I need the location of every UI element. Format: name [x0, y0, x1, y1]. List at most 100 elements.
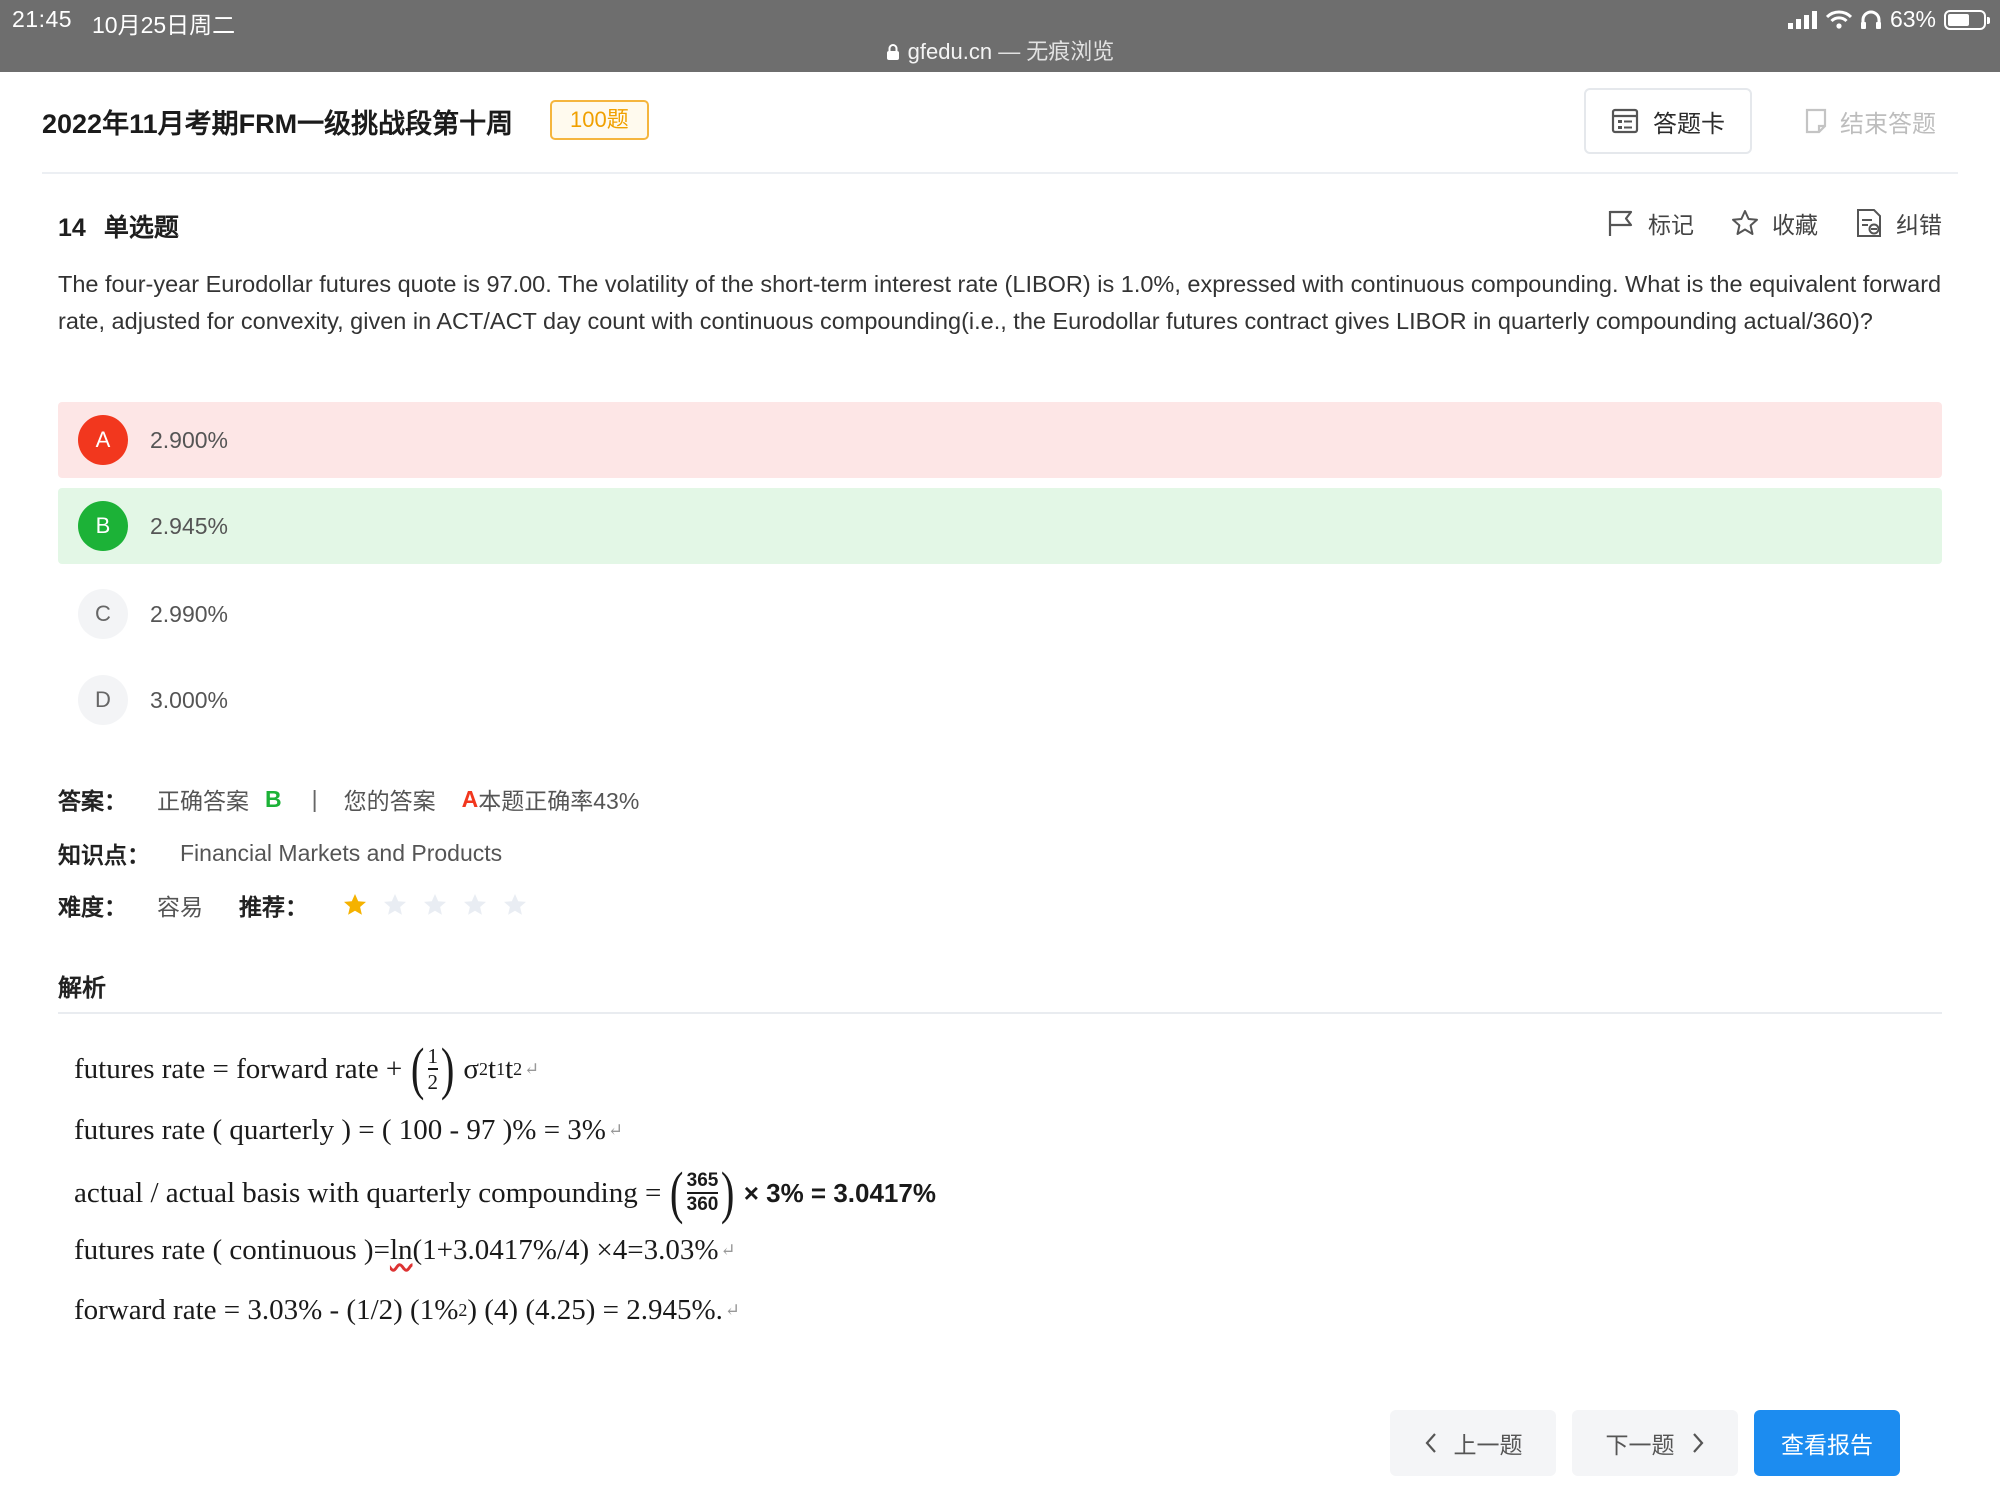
page-header: 2022年11月考期FRM一级挑战段第十周 100题 答题卡 结束答题	[42, 72, 1958, 174]
url-suffix: — 无痕浏览	[992, 39, 1115, 64]
analysis-title: 解析	[58, 975, 106, 1002]
end-exam-icon	[1805, 108, 1827, 134]
your-answer-label: 您的答案	[343, 788, 436, 814]
option-letter: B	[78, 501, 128, 551]
return-mark: ↵	[720, 1240, 736, 1260]
formula-text: futures rate = forward rate +	[74, 1052, 403, 1085]
view-report-label: 查看报告	[1781, 1432, 1873, 1458]
option-text: 2.990%	[150, 600, 229, 627]
return-mark: ↵	[607, 1120, 624, 1140]
answer-card-icon	[1611, 108, 1639, 134]
fraction-numerator: 1	[427, 1043, 439, 1068]
question-number: 14	[58, 214, 86, 242]
previous-question-button[interactable]: 上一题	[1390, 1410, 1556, 1476]
option-letter: A	[78, 415, 128, 465]
question-type: 单选题	[103, 214, 179, 242]
report-error-icon	[1857, 209, 1881, 237]
answer-label: 答案：	[58, 788, 127, 814]
subscript: 2	[513, 1058, 523, 1079]
option-letter: C	[78, 589, 128, 639]
star-filled-icon	[344, 894, 366, 915]
cellular-signal-icon	[1787, 10, 1817, 29]
report-error-label: 纠错	[1896, 212, 1942, 238]
end-exam-button[interactable]: 结束答题	[1804, 88, 1936, 154]
fraction-denominator: 2	[427, 1070, 439, 1094]
knowledge-label: 知识点：	[58, 842, 150, 868]
formula-line-2: futures rate ( quarterly ) = ( 100 - 97 …	[74, 1114, 623, 1147]
battery-icon	[1944, 9, 1990, 30]
headphones-icon	[1860, 10, 1881, 29]
end-exam-label: 结束答题	[1840, 110, 1936, 138]
fraction-one-half: (1 2)	[411, 1036, 455, 1101]
return-mark: ↵	[724, 1300, 741, 1320]
favorite-label: 收藏	[1772, 212, 1818, 238]
chevron-right-icon	[1692, 1433, 1703, 1453]
url-domain: gfedu.cn	[907, 39, 993, 64]
next-question-button[interactable]: 下一题	[1572, 1410, 1738, 1476]
exponent: 2	[458, 1300, 468, 1320]
return-mark: ↵	[524, 1058, 540, 1079]
battery-fill	[1948, 13, 1970, 26]
formula-text: (1+3.0417%/4) ×4=3.03%	[412, 1234, 719, 1266]
answer-card-label: 答题卡	[1653, 110, 1725, 138]
accuracy-rate: 本题正确率43%	[478, 788, 640, 814]
formula-text: t	[505, 1052, 514, 1085]
option-c[interactable]: C 2.990%	[58, 576, 1942, 652]
report-error-button[interactable]: 纠错	[1854, 206, 1942, 240]
answer-row: 答案： 正确答案 B | 您的答案 A 本题正确率43%	[58, 782, 639, 816]
formula-text: forward rate = 3.03% - (1/2) (1%	[74, 1294, 459, 1326]
formula-text: futures rate ( continuous )=	[74, 1234, 390, 1266]
option-b[interactable]: B 2.945%	[58, 488, 1942, 564]
option-d[interactable]: D 3.000%	[58, 662, 1942, 738]
wifi-icon	[1825, 10, 1852, 29]
formula-text: ) (4) (4.25) = 2.945%.	[467, 1294, 723, 1326]
star-empty-icon	[424, 894, 446, 915]
formula-line-4: futures rate ( continuous )= ln (1+3.0417…	[74, 1234, 736, 1267]
ln-function: ln	[389, 1234, 413, 1266]
mark-button[interactable]: 标记	[1606, 206, 1694, 240]
status-time: 21:45	[12, 6, 73, 32]
formula-line-5: forward rate = 3.03% - (1/2) (1% 2) (4) (…	[74, 1294, 740, 1327]
fraction-365-360: (365 360)	[670, 1160, 735, 1225]
address-bar[interactable]: gfedu.cn — 无痕浏览	[0, 34, 2000, 66]
correct-answer-label: 正确答案	[157, 788, 249, 814]
formula-text: actual / actual basis with quarterly com…	[74, 1176, 662, 1209]
option-text: 2.900%	[150, 426, 229, 453]
status-bar: 21:45 10月25日周二 gfedu.cn — 无痕浏览 63%	[0, 0, 2000, 72]
question-text: The four-year Eurodollar futures quote i…	[58, 271, 1942, 334]
battery-percent: 63%	[1889, 6, 1936, 32]
fraction-numerator: 365	[686, 1170, 719, 1192]
exponent: 2	[479, 1058, 488, 1079]
option-letter: D	[78, 675, 128, 725]
formula-line-1: futures rate = forward rate + (1 2) σ2 t1…	[74, 1040, 539, 1098]
next-label: 下一题	[1605, 1432, 1675, 1458]
question-tools: 标记 收藏 纠错	[1606, 206, 1942, 240]
lock-icon	[886, 44, 899, 60]
formula-text: × 3% = 3.0417%	[743, 1177, 936, 1208]
knowledge-row: 知识点： Financial Markets and Products	[58, 836, 502, 870]
formula-text: futures rate ( quarterly ) = ( 100 - 97 …	[74, 1114, 606, 1146]
question-count-badge: 100题	[550, 100, 649, 140]
question-header: 14 单选题	[58, 208, 179, 244]
status-indicators: 63%	[1787, 6, 1990, 33]
formula-line-3: actual / actual basis with quarterly com…	[74, 1164, 936, 1222]
view-report-button[interactable]: 查看报告	[1754, 1410, 1900, 1476]
favorite-button[interactable]: 收藏	[1730, 206, 1818, 240]
option-text: 3.000%	[150, 686, 229, 713]
chevron-left-icon	[1425, 1433, 1436, 1453]
sigma-symbol: σ	[463, 1052, 479, 1085]
page-title: 2022年11月考期FRM一级挑战段第十周	[42, 109, 514, 139]
star-empty-icon	[384, 894, 406, 915]
answer-separator: |	[311, 785, 318, 812]
previous-label: 上一题	[1453, 1432, 1523, 1458]
analysis-divider	[58, 1012, 1942, 1014]
star-outline-icon	[1732, 210, 1758, 235]
option-a[interactable]: A 2.900%	[58, 402, 1942, 478]
difficulty-label: 难度：	[58, 894, 127, 920]
fraction-denominator: 360	[686, 1194, 719, 1215]
flag-icon	[1608, 210, 1633, 236]
formula-text: t	[488, 1052, 497, 1085]
star-empty-icon	[464, 894, 486, 915]
your-answer-value: A	[461, 785, 479, 812]
answer-card-button[interactable]: 答题卡	[1584, 88, 1752, 154]
